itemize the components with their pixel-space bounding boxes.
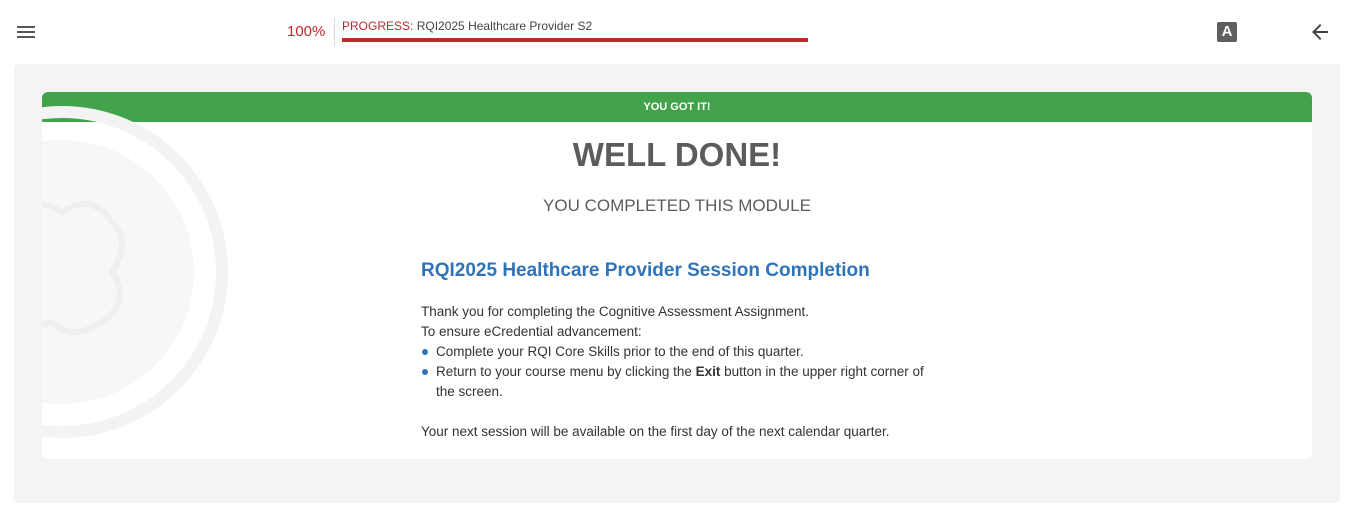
list-item: Return to your course menu by clicking t… xyxy=(421,362,931,402)
progress-bar xyxy=(342,38,808,42)
course-title: RQI2025 Healthcare Provider S2 xyxy=(416,19,593,33)
progress-label: PROGRESS: RQI2025 Healthcare Provider S2 xyxy=(342,19,592,33)
top-bar: 100% PROGRESS: RQI2025 Healthcare Provid… xyxy=(0,0,1357,64)
instruction-list: Complete your RQI Core Skills prior to t… xyxy=(421,342,931,402)
next-session-text: Your next session will be available on t… xyxy=(421,424,890,439)
progress-percent: 100% xyxy=(287,23,326,40)
arrow-left-icon[interactable] xyxy=(1308,20,1332,44)
completion-card: YOU GOT IT! WELL DONE! YOU COMPLETED THI… xyxy=(42,92,1312,459)
page-subtitle: YOU COMPLETED THIS MODULE xyxy=(543,196,811,215)
list-item-text-pre: Return to your course menu by clicking t… xyxy=(436,364,696,379)
hamburger-menu-icon[interactable] xyxy=(14,22,38,42)
session-heading: RQI2025 Healthcare Provider Session Comp… xyxy=(421,260,870,281)
progress-bar-fill xyxy=(342,38,808,42)
instruction-intro: To ensure eCredential advancement: xyxy=(421,324,642,339)
success-banner: YOU GOT IT! xyxy=(42,92,1312,122)
progress-prefix: PROGRESS: xyxy=(342,19,414,33)
thank-you-text: Thank you for completing the Cognitive A… xyxy=(421,304,809,319)
bullet-icon xyxy=(422,369,428,375)
list-item-text: Complete your RQI Core Skills prior to t… xyxy=(436,344,804,359)
completion-content: RQI2025 Healthcare Provider Session Comp… xyxy=(421,260,931,442)
exit-keyword: Exit xyxy=(695,364,721,379)
bullet-icon xyxy=(422,349,428,355)
font-size-button[interactable]: A xyxy=(1217,22,1237,42)
divider xyxy=(334,18,335,46)
page-title: WELL DONE! xyxy=(572,136,782,173)
list-item: Complete your RQI Core Skills prior to t… xyxy=(421,342,931,362)
